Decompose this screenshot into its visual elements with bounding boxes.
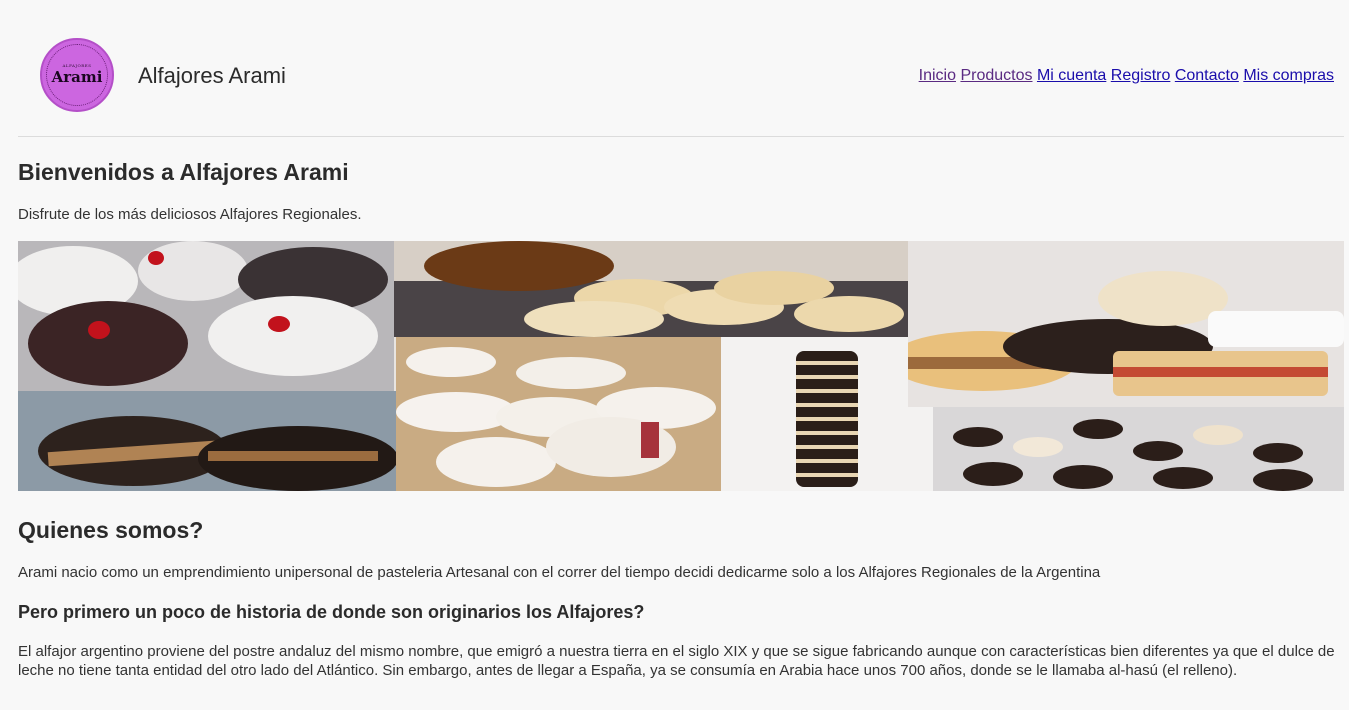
nav-link-inicio[interactable]: Inicio bbox=[919, 67, 956, 84]
collage-tile-stack bbox=[721, 337, 933, 491]
alfajores-collage-image bbox=[18, 241, 1344, 491]
collage-tile-chocolate bbox=[18, 391, 396, 491]
welcome-text: Disfrute de los más deliciosos Alfajores… bbox=[18, 206, 362, 223]
nav-link-registro[interactable]: Registro bbox=[1111, 67, 1171, 84]
main-nav: Inicio Productos Mi cuenta Registro Cont… bbox=[919, 66, 1334, 86]
collage-tile-glazed bbox=[18, 241, 394, 391]
about-heading: Quienes somos? bbox=[18, 517, 204, 543]
collage-tile-rack bbox=[394, 241, 908, 337]
collage-tile-bites bbox=[933, 407, 1344, 491]
site-header: ALFAJORES Arami Alfajores Arami Inicio P… bbox=[18, 0, 1344, 137]
page: ALFAJORES Arami Alfajores Arami Inicio P… bbox=[0, 0, 1349, 710]
history-heading: Pero primero un poco de historia de dond… bbox=[18, 602, 645, 622]
nav-link-mi-cuenta[interactable]: Mi cuenta bbox=[1037, 67, 1106, 84]
welcome-heading: Bienvenidos a Alfajores Arami bbox=[18, 159, 349, 185]
nav-link-productos[interactable]: Productos bbox=[960, 67, 1032, 84]
brand-logo[interactable]: ALFAJORES Arami bbox=[40, 38, 114, 112]
history-text: El alfajor argentino proviene del postre… bbox=[18, 643, 1335, 679]
collage-tile-white-glazed bbox=[396, 337, 721, 491]
logo-word: Arami bbox=[51, 68, 103, 86]
nav-link-mis-compras[interactable]: Mis compras bbox=[1243, 67, 1334, 84]
site-title: Alfajores Arami bbox=[138, 63, 286, 88]
about-text: Arami nacio como un emprendimiento unipe… bbox=[18, 564, 1101, 581]
collage-tile-sliced bbox=[908, 241, 1344, 407]
nav-link-contacto[interactable]: Contacto bbox=[1175, 67, 1239, 84]
